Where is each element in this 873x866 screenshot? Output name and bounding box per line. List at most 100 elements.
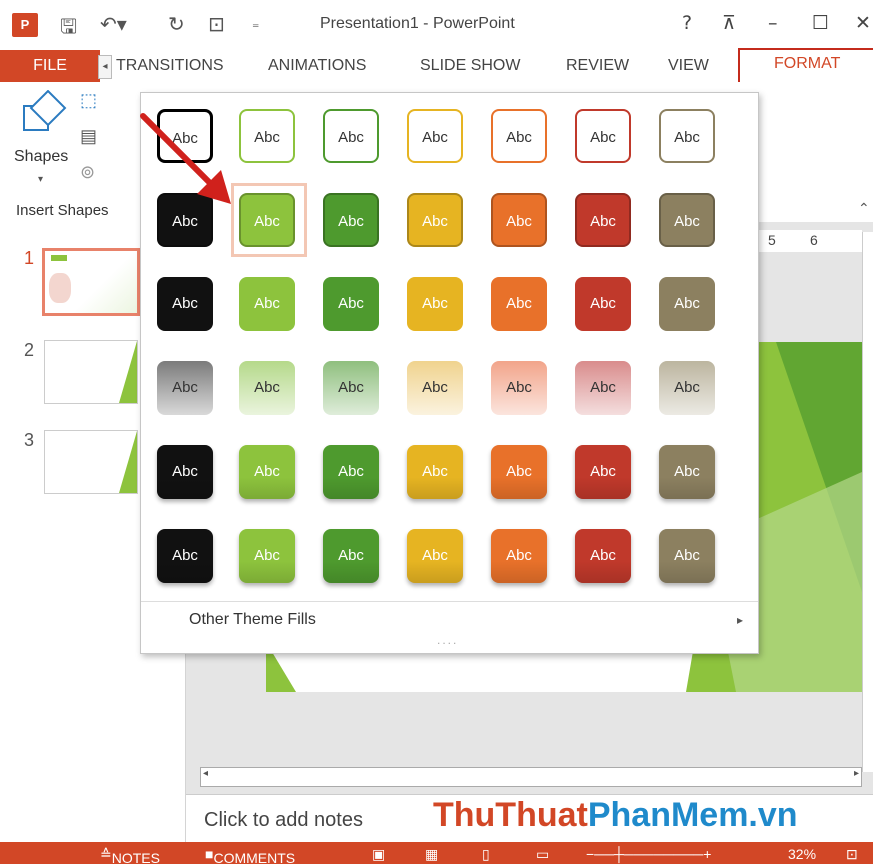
shape-style-swatch[interactable]: Abc (157, 277, 213, 331)
slide-number: 1 (24, 248, 35, 268)
shape-style-swatch[interactable]: Abc (659, 529, 715, 583)
shape-style-swatch[interactable]: Abc (157, 445, 213, 499)
shape-style-swatch[interactable]: Abc (491, 445, 547, 499)
tab-slide-show[interactable]: SLIDE SHOW (420, 50, 520, 82)
vertical-scrollbar[interactable] (862, 232, 873, 772)
zoom-slider[interactable]: −──┼────────+ (586, 846, 711, 862)
slide-number: 3 (24, 430, 35, 450)
undo-icon[interactable]: ↶▾ (100, 12, 127, 36)
shape-style-swatch[interactable]: Abc (575, 529, 631, 583)
shape-style-swatch[interactable]: Abc (575, 361, 631, 415)
shape-style-swatch[interactable]: Abc (157, 529, 213, 583)
shape-style-swatch[interactable]: Abc (659, 361, 715, 415)
shape-style-swatch[interactable]: Abc (239, 445, 295, 499)
start-from-beginning-icon[interactable]: ⊡ (208, 12, 225, 36)
shape-style-swatch[interactable]: Abc (659, 445, 715, 499)
notes-placeholder[interactable]: Click to add notes (204, 809, 363, 832)
shape-style-swatch[interactable]: Abc (575, 445, 631, 499)
window-title: Presentation1 - PowerPoint (320, 15, 515, 32)
redo-icon[interactable]: ↻ (168, 12, 185, 36)
shape-style-swatch[interactable]: Abc (407, 193, 463, 247)
horizontal-ruler: 5 6 (754, 230, 862, 252)
title-bar: P 🖫 ↶▾ ↻ ⊡ ₌ Presentation1 - PowerPoint … (0, 0, 873, 50)
reading-view-icon[interactable]: ▯ (482, 846, 490, 863)
slide-sorter-icon[interactable]: ▦ (425, 846, 438, 863)
slide-thumbnail-2[interactable] (44, 340, 138, 404)
shape-style-swatch[interactable]: Abc (239, 361, 295, 415)
notes-button[interactable]: ≙ NOTES (100, 846, 160, 866)
tab-animations[interactable]: ANIMATIONS (268, 50, 366, 82)
shape-style-swatch[interactable]: Abc (491, 109, 547, 163)
collapse-ribbon-icon[interactable]: ⌃ (858, 200, 870, 217)
customize-quick-access-icon[interactable]: ₌ (252, 16, 259, 32)
tab-format[interactable]: FORMAT (738, 48, 873, 84)
shape-style-swatch[interactable]: Abc (491, 361, 547, 415)
save-icon[interactable]: 🖫 (60, 12, 77, 46)
scroll-left-icon[interactable]: ◂ (203, 768, 208, 779)
shape-style-swatch[interactable]: Abc (659, 193, 715, 247)
zoom-level[interactable]: 32% (788, 846, 816, 862)
tab-review[interactable]: REVIEW (566, 50, 629, 82)
close-icon[interactable]: ✕ (855, 12, 871, 34)
shape-style-swatch[interactable]: Abc (659, 109, 715, 163)
shape-style-swatch[interactable]: Abc (491, 193, 547, 247)
ribbon-tabs: FILE ◂ TRANSITIONS ANIMATIONS SLIDE SHOW… (0, 48, 873, 84)
shape-style-swatch[interactable]: Abc (323, 193, 379, 247)
watermark: ThuThuatPhanMem.vn (433, 796, 798, 835)
ruler-mark: 6 (810, 232, 818, 248)
shape-style-swatch[interactable]: Abc (491, 529, 547, 583)
shape-style-swatch[interactable]: Abc (575, 277, 631, 331)
watermark-part-2: PhanMem.vn (587, 796, 798, 834)
tab-scroll-left-icon[interactable]: ◂ (98, 55, 112, 79)
slide-thumbnail-3[interactable] (44, 430, 138, 494)
submenu-arrow-icon: ▸ (737, 613, 744, 627)
shape-style-swatch[interactable]: Abc (239, 277, 295, 331)
slide-thumbnail-1[interactable] (42, 248, 140, 316)
scroll-right-icon[interactable]: ▸ (854, 768, 859, 779)
shape-style-swatch[interactable]: Abc (407, 445, 463, 499)
group-label-insert-shapes: Insert Shapes (16, 202, 109, 219)
shape-style-swatch[interactable]: Abc (659, 277, 715, 331)
shape-style-swatch[interactable]: Abc (407, 109, 463, 163)
shape-style-swatch[interactable]: Abc (323, 529, 379, 583)
tab-transitions[interactable]: TRANSITIONS (116, 50, 224, 82)
slide-number: 2 (24, 340, 35, 360)
tab-file[interactable]: FILE (0, 50, 100, 82)
status-bar: ≙ NOTES ■ COMMENTS ▣ ▦ ▯ ▭ −──┼────────+… (0, 842, 873, 866)
shape-style-swatch[interactable]: Abc (323, 109, 379, 163)
maximize-icon[interactable]: ☐ (812, 12, 829, 34)
edit-shape-icon[interactable]: ⬚ (80, 90, 97, 111)
gallery-divider (141, 601, 758, 602)
comments-button[interactable]: ■ COMMENTS (205, 846, 295, 866)
resize-grip-icon[interactable]: .... (437, 633, 458, 647)
shapes-button[interactable]: Shapes (14, 148, 68, 166)
shape-style-swatch[interactable]: Abc (239, 529, 295, 583)
shape-style-swatch[interactable]: Abc (407, 277, 463, 331)
shape-style-swatch[interactable]: Abc (575, 109, 631, 163)
shape-style-swatch[interactable]: Abc (239, 109, 295, 163)
shape-style-swatch[interactable]: Abc (323, 361, 379, 415)
shape-style-swatch[interactable]: Abc (407, 529, 463, 583)
shape-style-swatch[interactable]: Abc (407, 361, 463, 415)
text-box-icon[interactable]: ▤ (80, 126, 97, 147)
fit-slide-icon[interactable]: ⊡ (846, 846, 858, 863)
ribbon-display-icon[interactable]: ⊼ (722, 12, 736, 34)
help-button[interactable]: ? (682, 12, 692, 34)
shape-style-swatch[interactable]: Abc (575, 193, 631, 247)
other-theme-fills-item[interactable]: Other Theme Fills (189, 611, 316, 629)
minimize-icon[interactable]: – (768, 12, 778, 34)
tab-view[interactable]: VIEW (668, 50, 709, 82)
shape-style-swatch[interactable]: Abc (323, 277, 379, 331)
shape-style-swatch[interactable]: Abc (157, 361, 213, 415)
shape-style-swatch[interactable]: Abc (491, 277, 547, 331)
ruler-mark: 5 (768, 232, 776, 248)
normal-view-icon[interactable]: ▣ (372, 846, 385, 863)
horizontal-scrollbar[interactable]: ◂ ▸ (200, 767, 862, 787)
merge-shapes-icon[interactable]: ⊚ (80, 162, 95, 183)
shapes-dropdown-icon[interactable]: ▾ (38, 174, 43, 185)
shape-style-swatch[interactable]: Abc (323, 445, 379, 499)
watermark-part-1: ThuThuat (433, 796, 588, 834)
annotation-arrow-icon (140, 113, 231, 204)
slide-show-icon[interactable]: ▭ (536, 846, 549, 863)
shapes-icon[interactable] (20, 90, 70, 140)
